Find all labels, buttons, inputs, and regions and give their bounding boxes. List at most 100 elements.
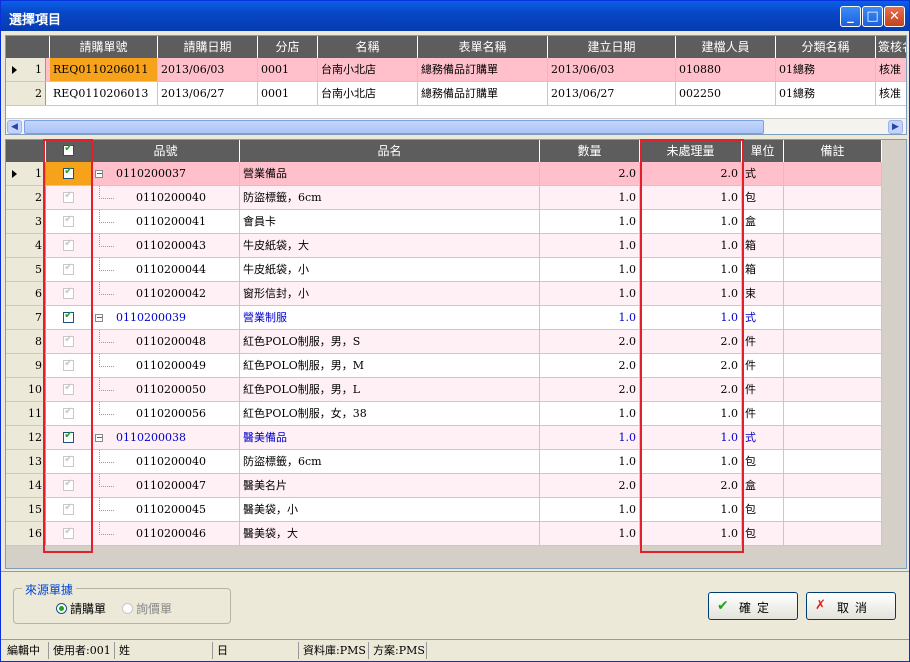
row-number[interactable]: 8 bbox=[6, 330, 46, 353]
item-qty-cell[interactable]: 2.0 bbox=[540, 378, 640, 401]
item-code-cell[interactable]: 0110200042 bbox=[92, 282, 240, 305]
item-code-cell[interactable]: 0110200047 bbox=[92, 474, 240, 497]
item-checkbox[interactable]: ✔ bbox=[63, 358, 74, 371]
select-cell[interactable]: ✔ bbox=[46, 186, 92, 209]
item-pending-cell[interactable]: 2.0 bbox=[640, 378, 742, 401]
item-name-cell[interactable]: 牛皮紙袋，大 bbox=[240, 234, 540, 257]
item-code-cell[interactable]: − 0110200037 bbox=[92, 162, 240, 185]
item-code-cell[interactable]: 0110200045 bbox=[92, 498, 240, 521]
select-all-header[interactable]: ✔ bbox=[46, 140, 92, 162]
column-header[interactable]: 建立日期 bbox=[548, 36, 676, 58]
item-qty-cell[interactable]: 1.0 bbox=[540, 402, 640, 425]
item-name-cell[interactable]: 營業備品 bbox=[240, 162, 540, 185]
item-code-cell[interactable]: 0110200056 bbox=[92, 402, 240, 425]
item-qty-cell[interactable]: 1.0 bbox=[540, 282, 640, 305]
item-unit-cell[interactable]: 包 bbox=[742, 498, 784, 521]
item-note-cell[interactable] bbox=[784, 378, 882, 401]
item-name-cell[interactable]: 紅色POLO制服，男，M bbox=[240, 354, 540, 377]
row-number[interactable]: 3 bbox=[6, 210, 46, 233]
item-unit-cell[interactable]: 包 bbox=[742, 450, 784, 473]
select-cell[interactable]: ✔ bbox=[46, 234, 92, 257]
item-name-cell[interactable]: 醫美備品 bbox=[240, 426, 540, 449]
item-pending-cell[interactable]: 2.0 bbox=[640, 162, 742, 185]
request-cell[interactable]: REQ0110206013 bbox=[50, 82, 158, 105]
select-cell[interactable]: ✔ bbox=[46, 522, 92, 545]
item-pending-cell[interactable]: 1.0 bbox=[640, 186, 742, 209]
item-pending-cell[interactable]: 1.0 bbox=[640, 210, 742, 233]
item-note-cell[interactable] bbox=[784, 474, 882, 497]
column-header[interactable]: 分類名稱 bbox=[776, 36, 876, 58]
item-row[interactable]: 11 ✔ 0110200056 紅色POLO制服，女，38 1.0 1.0 件 bbox=[6, 402, 882, 426]
select-cell[interactable]: ✔ bbox=[46, 378, 92, 401]
item-checkbox[interactable]: ✔ bbox=[63, 238, 74, 251]
item-pending-cell[interactable]: 1.0 bbox=[640, 258, 742, 281]
item-pending-cell[interactable]: 2.0 bbox=[640, 330, 742, 353]
item-unit-cell[interactable]: 件 bbox=[742, 354, 784, 377]
item-name-cell[interactable]: 牛皮紙袋，小 bbox=[240, 258, 540, 281]
item-qty-cell[interactable]: 1.0 bbox=[540, 426, 640, 449]
item-unit-cell[interactable]: 式 bbox=[742, 426, 784, 449]
column-header[interactable]: 請購單號 bbox=[50, 36, 158, 58]
row-number[interactable]: 7 bbox=[6, 306, 46, 329]
column-header[interactable]: 名稱 bbox=[318, 36, 418, 58]
select-cell[interactable]: ✔ bbox=[46, 474, 92, 497]
item-row[interactable]: 1 ✔ −0110200037 營業備品 2.0 2.0 式 bbox=[6, 162, 882, 186]
item-checkbox[interactable]: ✔ bbox=[63, 166, 74, 179]
item-checkbox[interactable]: ✔ bbox=[63, 430, 74, 443]
item-pending-cell[interactable]: 1.0 bbox=[640, 498, 742, 521]
column-header[interactable]: 未處理量 bbox=[640, 140, 742, 162]
maximize-button[interactable]: □ bbox=[862, 6, 883, 27]
item-row[interactable]: 15 ✔ 0110200045 醫美袋，小 1.0 1.0 包 bbox=[6, 498, 882, 522]
cancel-button[interactable]: ✗ 取消 bbox=[806, 592, 896, 620]
item-code-cell[interactable]: − 0110200039 bbox=[92, 306, 240, 329]
request-cell[interactable]: 2013/06/27 bbox=[548, 82, 676, 105]
select-cell[interactable]: ✔ bbox=[46, 354, 92, 377]
item-row[interactable]: 8 ✔ 0110200048 紅色POLO制服，男，S 2.0 2.0 件 bbox=[6, 330, 882, 354]
item-note-cell[interactable] bbox=[784, 330, 882, 353]
item-row[interactable]: 10 ✔ 0110200050 紅色POLO制服，男，L 2.0 2.0 件 bbox=[6, 378, 882, 402]
item-note-cell[interactable] bbox=[784, 402, 882, 425]
select-cell[interactable]: ✔ bbox=[46, 426, 92, 449]
select-cell[interactable]: ✔ bbox=[46, 306, 92, 329]
select-all-checkbox[interactable]: ✔ bbox=[63, 143, 74, 156]
item-qty-cell[interactable]: 1.0 bbox=[540, 210, 640, 233]
item-checkbox[interactable]: ✔ bbox=[63, 286, 74, 299]
item-code-cell[interactable]: − 0110200038 bbox=[92, 426, 240, 449]
item-name-cell[interactable]: 會員卡 bbox=[240, 210, 540, 233]
column-header[interactable]: 表單名稱 bbox=[418, 36, 548, 58]
request-radio-label[interactable]: 請購單 bbox=[70, 600, 106, 617]
item-note-cell[interactable] bbox=[784, 210, 882, 233]
item-name-cell[interactable]: 防盜標籤，6cm bbox=[240, 186, 540, 209]
item-unit-cell[interactable]: 箱 bbox=[742, 234, 784, 257]
row-number[interactable]: 1 bbox=[6, 58, 46, 81]
item-row[interactable]: 9 ✔ 0110200049 紅色POLO制服，男，M 2.0 2.0 件 bbox=[6, 354, 882, 378]
item-note-cell[interactable] bbox=[784, 498, 882, 521]
request-cell[interactable]: 2013/06/03 bbox=[158, 58, 258, 81]
item-row[interactable]: 3 ✔ 0110200041 會員卡 1.0 1.0 盒 bbox=[6, 210, 882, 234]
item-note-cell[interactable] bbox=[784, 354, 882, 377]
item-note-cell[interactable] bbox=[784, 234, 882, 257]
request-cell[interactable]: 01總務 bbox=[776, 58, 876, 81]
request-cell[interactable]: 2013/06/27 bbox=[158, 82, 258, 105]
item-checkbox[interactable]: ✔ bbox=[63, 214, 74, 227]
request-cell[interactable]: 01總務 bbox=[776, 82, 876, 105]
item-row[interactable]: 6 ✔ 0110200042 窗形信封，小 1.0 1.0 束 bbox=[6, 282, 882, 306]
item-name-cell[interactable]: 紅色POLO制服，男，L bbox=[240, 378, 540, 401]
row-number[interactable]: 2 bbox=[6, 186, 46, 209]
item-name-cell[interactable]: 醫美名片 bbox=[240, 474, 540, 497]
item-unit-cell[interactable]: 箱 bbox=[742, 258, 784, 281]
item-name-cell[interactable]: 醫美袋，大 bbox=[240, 522, 540, 545]
item-row[interactable]: 16 ✔ 0110200046 醫美袋，大 1.0 1.0 包 bbox=[6, 522, 882, 546]
item-row[interactable]: 13 ✔ 0110200040 防盜標籤，6cm 1.0 1.0 包 bbox=[6, 450, 882, 474]
request-cell[interactable]: REQ0110206011 bbox=[50, 58, 158, 81]
column-header[interactable]: 數量 bbox=[540, 140, 640, 162]
select-cell[interactable]: ✔ bbox=[46, 210, 92, 233]
row-number[interactable]: 16 bbox=[6, 522, 46, 545]
item-qty-cell[interactable]: 2.0 bbox=[540, 474, 640, 497]
item-checkbox[interactable]: ✔ bbox=[63, 478, 74, 491]
item-row[interactable]: 4 ✔ 0110200043 牛皮紙袋，大 1.0 1.0 箱 bbox=[6, 234, 882, 258]
scroll-left-icon[interactable]: ◀ bbox=[7, 120, 22, 134]
request-cell[interactable]: 0001 bbox=[258, 82, 318, 105]
row-number[interactable]: 5 bbox=[6, 258, 46, 281]
item-checkbox[interactable]: ✔ bbox=[63, 190, 74, 203]
